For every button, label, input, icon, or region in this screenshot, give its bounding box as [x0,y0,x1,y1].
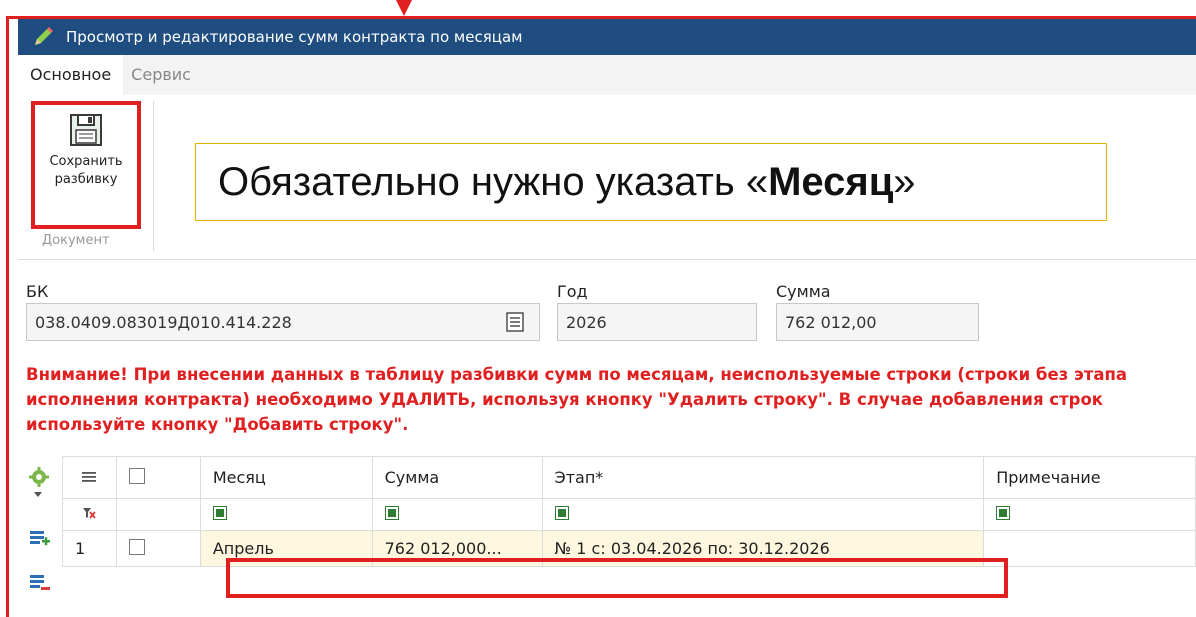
annotation-arrow [396,0,412,16]
highlight-frame [6,16,1196,617]
